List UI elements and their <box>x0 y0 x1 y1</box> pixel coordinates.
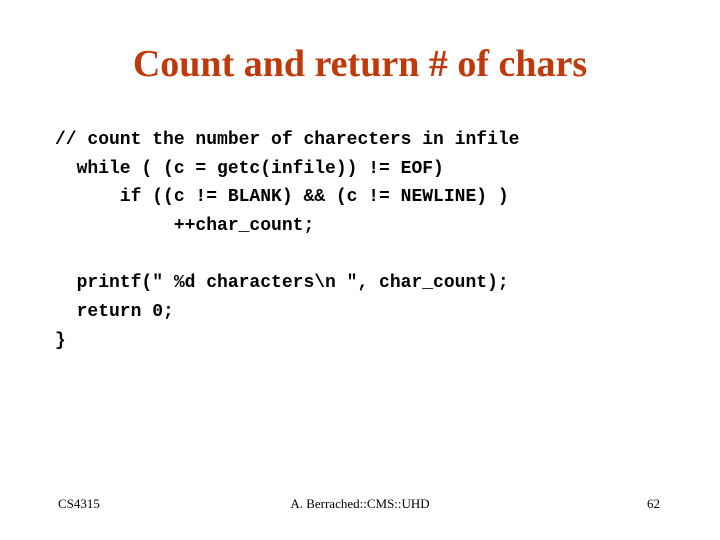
code-line-while: while ( (c = getc(infile)) != EOF) <box>55 158 444 179</box>
code-block: // count the number of charecters in inf… <box>55 126 519 356</box>
code-line-increment: ++char_count; <box>55 216 315 237</box>
slide: Count and return # of chars // count the… <box>0 0 720 540</box>
footer-author: A. Berrached::CMS::UHD <box>290 496 430 511</box>
footer-page-number: 62 <box>647 496 660 511</box>
code-line-printf: printf(" %d characters\n ", char_count); <box>55 273 509 294</box>
code-line-comment: // count the number of charecters in inf… <box>55 130 520 150</box>
code-line-closing-brace: } <box>55 330 66 351</box>
code-line-return: return 0; <box>55 302 174 323</box>
slide-title: Count and return # of chars <box>132 43 588 85</box>
code-line-if: if ((c != BLANK) && (c != NEWLINE) ) <box>55 187 509 208</box>
